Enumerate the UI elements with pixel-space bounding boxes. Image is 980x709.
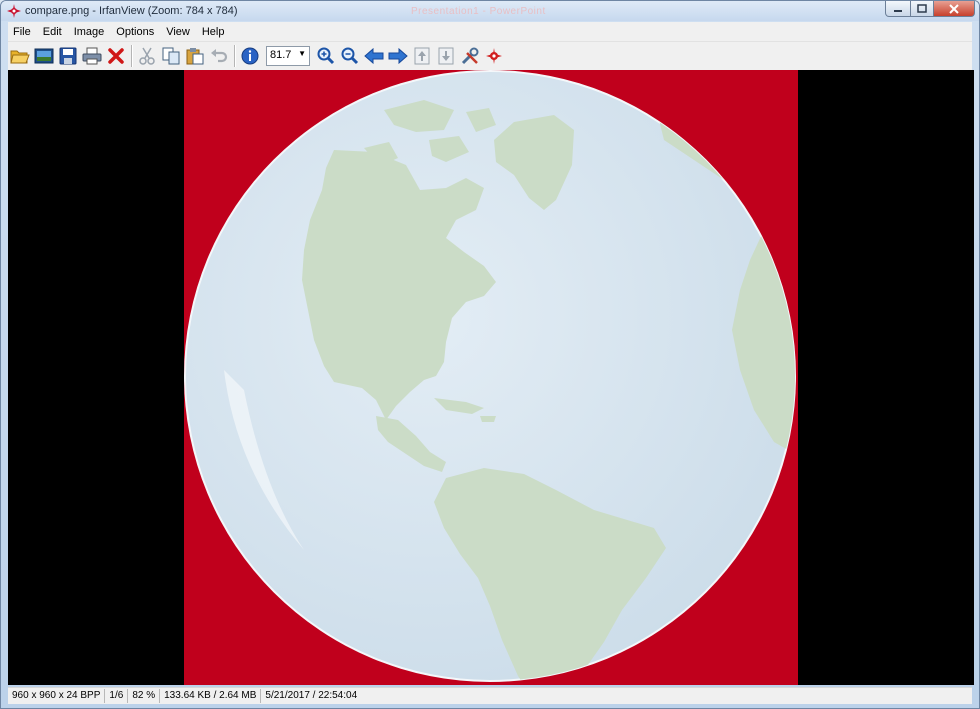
copy-icon bbox=[162, 47, 180, 65]
open-icon bbox=[10, 50, 30, 64]
copy-button[interactable] bbox=[159, 44, 183, 68]
irfanview-app-icon[interactable] bbox=[7, 4, 21, 18]
status-page: 1/6 bbox=[105, 689, 129, 703]
minimize-icon bbox=[894, 9, 902, 12]
zoom-in-icon bbox=[317, 47, 335, 65]
cut-button[interactable] bbox=[135, 44, 159, 68]
background-window-title: Presentation1 - PowerPoint bbox=[411, 6, 546, 17]
menu-view[interactable]: View bbox=[160, 26, 196, 38]
window-title: compare.png - IrfanView (Zoom: 784 x 784… bbox=[25, 5, 238, 17]
title-bar[interactable]: compare.png - IrfanView (Zoom: 784 x 784… bbox=[1, 1, 979, 21]
zoom-combobox[interactable]: 81.7 ▼ bbox=[266, 46, 310, 66]
status-file-size: 133.64 KB / 2.64 MB bbox=[160, 689, 262, 703]
menu-bar: File Edit Image Options View Help bbox=[8, 22, 972, 41]
undo-icon bbox=[211, 49, 228, 63]
zoom-out-icon bbox=[341, 47, 359, 65]
cut-icon bbox=[139, 47, 155, 65]
menu-file[interactable]: File bbox=[8, 26, 37, 38]
dropdown-arrow-icon[interactable]: ▼ bbox=[298, 49, 306, 58]
next-button[interactable] bbox=[386, 44, 410, 68]
menu-edit[interactable]: Edit bbox=[37, 26, 68, 38]
zoom-value: 81.7 bbox=[270, 49, 292, 61]
close-icon bbox=[949, 3, 959, 14]
globe-image bbox=[184, 70, 796, 682]
previous-icon bbox=[364, 48, 384, 64]
menu-options[interactable]: Options bbox=[110, 26, 160, 38]
zoom-out-button[interactable] bbox=[338, 44, 362, 68]
irfanview-window: compare.png - IrfanView (Zoom: 784 x 784… bbox=[0, 0, 980, 709]
toolbar-separator bbox=[131, 45, 132, 67]
previous-button[interactable] bbox=[362, 44, 386, 68]
last-page-button[interactable] bbox=[434, 44, 458, 68]
info-button[interactable] bbox=[238, 44, 262, 68]
exit-button[interactable] bbox=[482, 44, 506, 68]
displayed-image bbox=[184, 70, 798, 685]
toolbar: 81.7 ▼ bbox=[8, 41, 972, 70]
image-viewport[interactable] bbox=[8, 70, 974, 685]
save-icon bbox=[59, 47, 77, 65]
menu-help[interactable]: Help bbox=[196, 26, 231, 38]
caption-buttons bbox=[885, 1, 975, 17]
maximize-button[interactable] bbox=[911, 1, 934, 17]
first-page-icon bbox=[414, 47, 430, 65]
print-icon bbox=[82, 47, 102, 65]
status-bar: 960 x 960 x 24 BPP 1/6 82 % 133.64 KB / … bbox=[8, 687, 972, 704]
save-button[interactable] bbox=[56, 44, 80, 68]
properties-icon bbox=[461, 47, 479, 65]
zoom-in-button[interactable] bbox=[314, 44, 338, 68]
status-zoom: 82 % bbox=[128, 689, 161, 703]
paste-icon bbox=[186, 48, 204, 65]
print-button[interactable] bbox=[80, 44, 104, 68]
info-icon bbox=[241, 47, 259, 65]
toolbar-separator bbox=[234, 45, 235, 67]
paste-button[interactable] bbox=[183, 44, 207, 68]
menu-image[interactable]: Image bbox=[68, 26, 111, 38]
properties-button[interactable] bbox=[458, 44, 482, 68]
open-button[interactable] bbox=[8, 44, 32, 68]
status-dimensions: 960 x 960 x 24 BPP bbox=[8, 689, 106, 703]
exit-icon bbox=[486, 48, 502, 64]
first-page-button[interactable] bbox=[410, 44, 434, 68]
status-datetime: 5/21/2017 / 22:54:04 bbox=[265, 690, 358, 701]
thumbnails-icon bbox=[34, 48, 54, 64]
minimize-button[interactable] bbox=[885, 1, 911, 17]
delete-button[interactable] bbox=[104, 44, 128, 68]
thumbnails-button[interactable] bbox=[32, 44, 56, 68]
undo-button[interactable] bbox=[207, 44, 231, 68]
next-icon bbox=[388, 48, 408, 64]
last-page-icon bbox=[438, 47, 454, 65]
close-button[interactable] bbox=[934, 1, 975, 17]
delete-icon bbox=[108, 48, 124, 64]
maximize-icon bbox=[917, 4, 927, 13]
